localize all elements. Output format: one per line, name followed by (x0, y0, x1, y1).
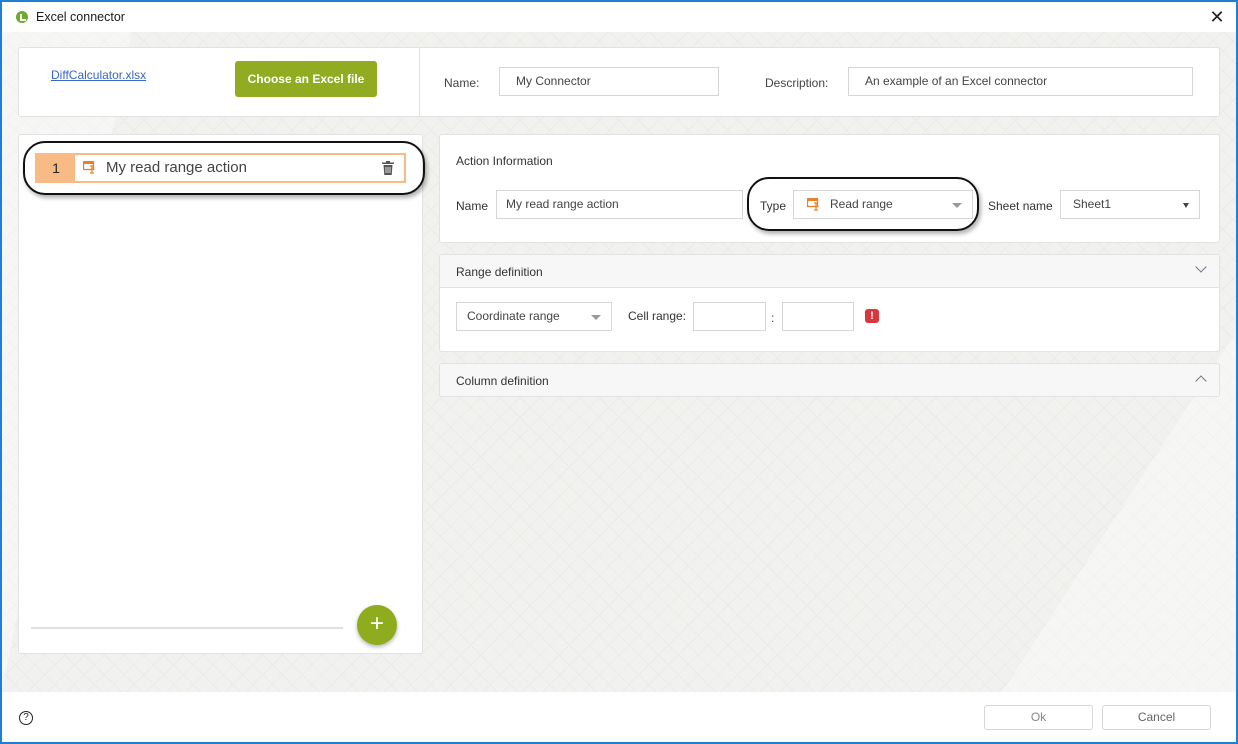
range-mode-select[interactable]: Coordinate range (456, 302, 612, 331)
action-name: My read range action (106, 159, 247, 176)
range-definition-header[interactable]: Range definition (440, 255, 1219, 288)
divider (31, 627, 343, 629)
cancel-button[interactable]: Cancel (1102, 705, 1211, 730)
divider (419, 48, 420, 116)
add-action-button[interactable]: + (357, 605, 397, 645)
error-icon: ! (865, 309, 879, 323)
column-definition-title: Column definition (456, 374, 549, 388)
action-list-item[interactable]: 1 My read range action (35, 153, 406, 183)
choose-excel-file-button[interactable]: Choose an Excel file (235, 61, 377, 97)
action-type-value: Read range (830, 197, 893, 211)
close-icon[interactable]: ✕ (1206, 6, 1228, 28)
column-definition-panel: Column definition (439, 363, 1220, 397)
chevron-down-icon (1183, 203, 1189, 208)
connector-description-label: Description: (765, 76, 829, 90)
connector-name-input[interactable]: My Connector (499, 67, 719, 96)
connector-description-input[interactable]: An example of an Excel connector (848, 67, 1193, 96)
connector-info-card: DiffCalculator.xlsx Choose an Excel file… (18, 47, 1220, 117)
sheet-name-select[interactable]: Sheet1 (1060, 190, 1200, 219)
cell-range-start-input[interactable] (693, 302, 766, 331)
action-information-card: Action Information Name My read range ac… (439, 134, 1220, 243)
range-definition-panel: Range definition Coordinate range Cell r… (439, 254, 1220, 352)
help-icon[interactable]: ? (19, 711, 33, 725)
ok-button[interactable]: Ok (984, 705, 1093, 730)
dialog-footer: ? Ok Cancel (2, 692, 1236, 742)
trash-icon[interactable] (382, 161, 394, 175)
excel-connector-logo-icon (16, 11, 28, 23)
column-definition-header[interactable]: Column definition (440, 364, 1219, 396)
action-type-select[interactable]: Read range (793, 190, 973, 219)
sheet-name-label: Sheet name (988, 199, 1053, 213)
excel-file-link[interactable]: DiffCalculator.xlsx (51, 68, 146, 82)
actions-list-panel: 1 My read range action + (18, 134, 425, 654)
read-range-icon (83, 161, 95, 174)
action-type-label: Type (760, 199, 787, 213)
range-mode-value: Coordinate range (467, 309, 560, 323)
range-separator: : (771, 311, 775, 325)
connector-name-label: Name: (444, 76, 480, 90)
chevron-down-icon (952, 203, 962, 208)
cell-range-end-input[interactable] (782, 302, 854, 331)
action-information-title: Action Information (456, 154, 553, 168)
chevron-down-icon[interactable] (1195, 261, 1207, 273)
dialog-content: DiffCalculator.xlsx Choose an Excel file… (2, 32, 1236, 692)
chevron-down-icon (591, 315, 601, 320)
sheet-name-value: Sheet1 (1073, 197, 1112, 211)
chevron-up-icon[interactable] (1195, 375, 1207, 387)
action-name-label: Name (456, 199, 489, 213)
read-range-icon (807, 198, 819, 211)
window-title: Excel connector (36, 10, 125, 24)
action-index: 1 (37, 155, 75, 181)
range-definition-title: Range definition (456, 265, 543, 279)
cell-range-label: Cell range: (628, 309, 687, 323)
excel-connector-window: Excel connector ✕ DiffCalculator.xlsx Ch… (2, 2, 1236, 742)
action-name-input[interactable]: My read range action (496, 190, 743, 219)
title-bar: Excel connector ✕ (2, 2, 1236, 32)
